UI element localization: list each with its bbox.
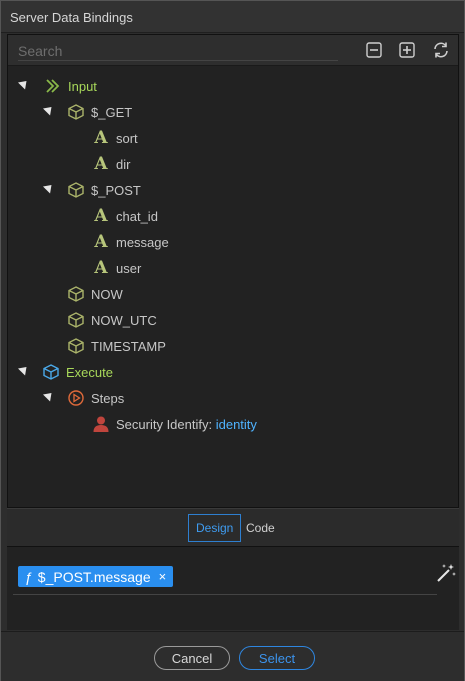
expand-toggle-get[interactable] <box>42 103 56 116</box>
tree-node-label: dir <box>116 156 131 172</box>
magic-wand-icon <box>437 564 456 582</box>
expand-all-button[interactable] <box>397 40 417 60</box>
binding-chip-label: $_POST.message <box>37 568 151 585</box>
tree-node-now-utc[interactable]: NOW_UTC <box>67 309 157 331</box>
execute-cube-icon <box>42 363 60 381</box>
tab-code[interactable]: Code <box>239 514 282 542</box>
string-type-icon: A <box>94 232 108 252</box>
server-data-bindings-dialog: Server Data Bindings Input <box>0 0 465 681</box>
tree-node-value: identity <box>215 416 257 432</box>
search-toolbar <box>8 35 458 66</box>
tree-node-label: sort <box>116 130 138 146</box>
expand-toggle-input[interactable] <box>17 77 31 90</box>
expand-toggle-execute[interactable] <box>17 363 31 376</box>
title-bar[interactable]: Server Data Bindings <box>1 1 464 33</box>
expand-all-icon <box>399 42 415 58</box>
function-icon: ƒ <box>25 568 33 585</box>
binding-chip[interactable]: ƒ $_POST.message × <box>18 566 174 587</box>
string-type-icon: A <box>94 154 108 174</box>
object-cube-icon <box>67 103 85 121</box>
tree-node-label: NOW <box>91 286 123 302</box>
refresh-button[interactable] <box>431 40 451 60</box>
expand-toggle-post[interactable] <box>42 181 56 194</box>
tree-node-label: user <box>116 260 142 276</box>
tree-node-dir[interactable]: A dir <box>92 153 130 175</box>
expression-underline <box>13 594 437 595</box>
dialog-title: Server Data Bindings <box>10 10 133 25</box>
tree-node-steps[interactable]: Steps <box>67 387 124 409</box>
tree-node-get[interactable]: $_GET <box>67 101 132 123</box>
tree-node-sort[interactable]: A sort <box>92 127 138 149</box>
tree-node-chat-id[interactable]: A chat_id <box>92 205 158 227</box>
tree-node-input[interactable]: Input <box>44 75 97 97</box>
tree-node-label: message <box>116 234 169 250</box>
refresh-icon <box>434 42 448 58</box>
string-type-icon: A <box>94 206 108 226</box>
tree-node-execute[interactable]: Execute <box>42 361 113 383</box>
tree-node-label: Input <box>68 78 97 94</box>
expand-toggle-steps[interactable] <box>42 389 56 402</box>
string-type-icon: A <box>94 128 108 148</box>
expression-editor[interactable]: ƒ $_POST.message × <box>7 546 459 630</box>
string-type-icon: A <box>94 258 108 278</box>
object-cube-icon <box>67 337 85 355</box>
tree-node-label: $_GET <box>91 104 133 120</box>
tree-node-label: NOW_UTC <box>91 312 157 328</box>
tree-node-label: Steps <box>91 390 125 406</box>
collapse-all-button[interactable] <box>364 40 384 60</box>
object-cube-icon <box>67 285 85 303</box>
tree-node-now[interactable]: NOW <box>67 283 123 305</box>
select-button[interactable]: Select <box>239 646 315 670</box>
user-icon <box>92 415 110 433</box>
magic-wand-button[interactable] <box>435 562 457 584</box>
tree-node-message[interactable]: A message <box>92 231 169 253</box>
tree-node-label: TIMESTAMP <box>91 338 166 354</box>
mode-tabs: Design Code <box>7 508 459 546</box>
remove-chip-button[interactable]: × <box>159 569 167 584</box>
cancel-button[interactable]: Cancel <box>154 646 230 670</box>
bindings-tree-panel: Input $_GET A sort A dir <box>7 34 459 508</box>
tree-node-label: $_POST <box>91 182 141 198</box>
search-input[interactable] <box>18 41 338 61</box>
tree-node-post[interactable]: $_POST <box>67 179 141 201</box>
play-circle-icon <box>67 389 85 407</box>
tree-node-timestamp[interactable]: TIMESTAMP <box>67 335 166 357</box>
tree-node-security-identify[interactable]: Security Identify: identity <box>92 413 257 435</box>
tree-node-user[interactable]: A user <box>92 257 141 279</box>
tree-node-label: Security Identify: <box>116 416 216 432</box>
collapse-all-icon <box>366 42 382 58</box>
tree-node-label: chat_id <box>116 208 158 224</box>
tree-node-label: Execute <box>66 364 113 380</box>
object-cube-icon <box>67 181 85 199</box>
dialog-footer: Cancel Select <box>1 631 464 681</box>
chevron-double-icon <box>44 77 62 95</box>
tab-design[interactable]: Design <box>188 514 242 542</box>
object-cube-icon <box>67 311 85 329</box>
